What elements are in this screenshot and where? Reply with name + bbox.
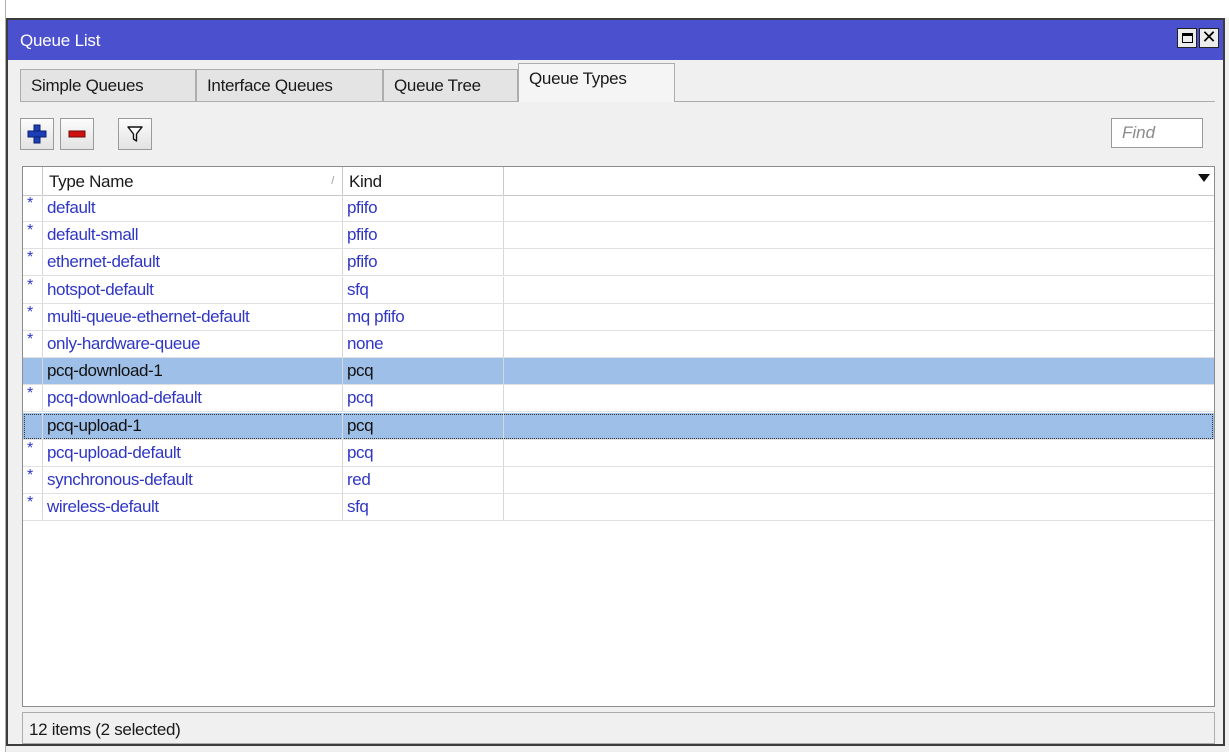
kind-cell: pcq [343, 439, 504, 466]
minus-icon [68, 130, 86, 138]
type-name-cell: wireless-default [43, 494, 343, 521]
kind-cell: mq pfifo [343, 303, 504, 330]
row-flag [23, 358, 43, 385]
table-row[interactable]: * ethernet-default pfifo [23, 249, 1214, 277]
filler-cell [504, 331, 1214, 357]
close-icon: ✕ [1201, 27, 1217, 47]
kind-cell: pcq [343, 385, 504, 412]
table-row[interactable]: * wireless-default sfq [23, 494, 1214, 522]
row-flag [23, 412, 43, 439]
flag-column-header [23, 167, 43, 195]
row-flag: * [23, 303, 43, 330]
filler-cell [504, 413, 1214, 439]
column-header-filler [504, 167, 1214, 195]
kind-cell: pcq [343, 412, 504, 439]
kind-cell: pfifo [343, 195, 504, 221]
kind-cell: pfifo [343, 222, 504, 249]
table-row[interactable]: * hotspot-default sfq [23, 276, 1214, 304]
queue-types-table: Type Name / Kind * default pfifo * default-s… [22, 166, 1215, 707]
row-flag: * [23, 385, 43, 412]
table-row[interactable]: * only-hardware-queue none [23, 331, 1214, 358]
filler-cell [504, 195, 1214, 221]
filler-cell [504, 358, 1214, 384]
title-bar[interactable]: Queue List ✕ [8, 20, 1223, 60]
filler-cell [504, 467, 1214, 493]
tab-queue-tree[interactable]: Queue Tree [383, 69, 518, 101]
toolbar: Find [20, 114, 1215, 154]
filler-cell [504, 277, 1214, 303]
kind-cell: red [343, 467, 504, 493]
status-bar: 12 items (2 selected) [22, 712, 1215, 744]
table-row[interactable]: * default-small pfifo [23, 222, 1214, 250]
kind-cell: sfq [343, 276, 504, 303]
row-flag: * [23, 494, 43, 521]
type-name-cell: pcq-download-default [43, 385, 343, 412]
column-header-type-name-label: Type Name [49, 172, 134, 191]
table-row[interactable]: * pcq-upload-default pcq [23, 439, 1214, 467]
table-row[interactable]: * synchronous-default red [23, 467, 1214, 494]
find-input[interactable]: Find [1111, 118, 1203, 148]
tab-bar: Simple Queues Interface Queues Queue Tre… [20, 61, 1215, 102]
row-flag: * [23, 249, 43, 276]
kind-cell: pfifo [343, 249, 504, 276]
filter-icon [127, 126, 143, 142]
type-name-cell: hotspot-default [43, 276, 343, 303]
type-name-cell: multi-queue-ethernet-default [43, 303, 343, 330]
column-chooser-dropdown-icon[interactable] [1198, 174, 1210, 182]
maximize-button[interactable] [1177, 28, 1197, 48]
tab-interface-queues[interactable]: Interface Queues [196, 69, 383, 101]
table-row[interactable]: * pcq-download-default pcq [23, 385, 1214, 413]
column-header-kind-label: Kind [349, 172, 382, 191]
filler-cell [504, 440, 1214, 466]
table-row[interactable]: * multi-queue-ethernet-default mq pfifo [23, 303, 1214, 331]
table-header: Type Name / Kind [23, 167, 1214, 196]
desktop-background-top [0, 0, 1229, 18]
row-flag: * [23, 276, 43, 303]
filler-cell [504, 222, 1214, 248]
queue-list-window: Queue List ✕ Simple Queues Interface Que… [6, 18, 1225, 746]
filler-cell [504, 249, 1214, 275]
row-flag: * [23, 195, 43, 221]
column-header-type-name[interactable]: Type Name / [43, 167, 343, 195]
filler-cell [504, 385, 1214, 411]
type-name-cell: default-small [43, 222, 343, 249]
type-name-cell: only-hardware-queue [43, 331, 343, 357]
kind-cell: sfq [343, 494, 504, 521]
filler-cell [504, 494, 1214, 520]
type-name-cell: ethernet-default [43, 249, 343, 276]
row-flag: * [23, 222, 43, 249]
type-name-cell: default [43, 195, 343, 221]
window-title: Queue List [20, 31, 101, 50]
kind-cell: pcq [343, 358, 504, 385]
type-name-cell: pcq-upload-1 [43, 412, 343, 439]
row-flag: * [23, 467, 43, 493]
column-header-kind[interactable]: Kind [343, 167, 504, 195]
remove-button[interactable] [60, 118, 94, 150]
type-name-cell: synchronous-default [43, 467, 343, 493]
sort-ascending-icon: / [331, 175, 334, 187]
plus-icon [27, 124, 47, 144]
kind-cell: none [343, 331, 504, 357]
tab-queue-types[interactable]: Queue Types [518, 63, 675, 102]
status-text: 12 items (2 selected) [29, 720, 181, 739]
type-name-cell: pcq-download-1 [43, 358, 343, 385]
tab-simple-queues[interactable]: Simple Queues [20, 69, 196, 101]
filler-cell [504, 304, 1214, 330]
table-row[interactable]: pcq-upload-1 pcq [23, 412, 1214, 440]
add-button[interactable] [20, 118, 54, 150]
table-row[interactable]: * default pfifo [23, 195, 1214, 222]
filter-button[interactable] [118, 118, 152, 150]
maximize-icon [1181, 33, 1193, 43]
table-row[interactable]: pcq-download-1 pcq [23, 358, 1214, 386]
row-flag: * [23, 331, 43, 357]
close-button[interactable]: ✕ [1199, 28, 1219, 48]
row-flag: * [23, 439, 43, 466]
type-name-cell: pcq-upload-default [43, 439, 343, 466]
